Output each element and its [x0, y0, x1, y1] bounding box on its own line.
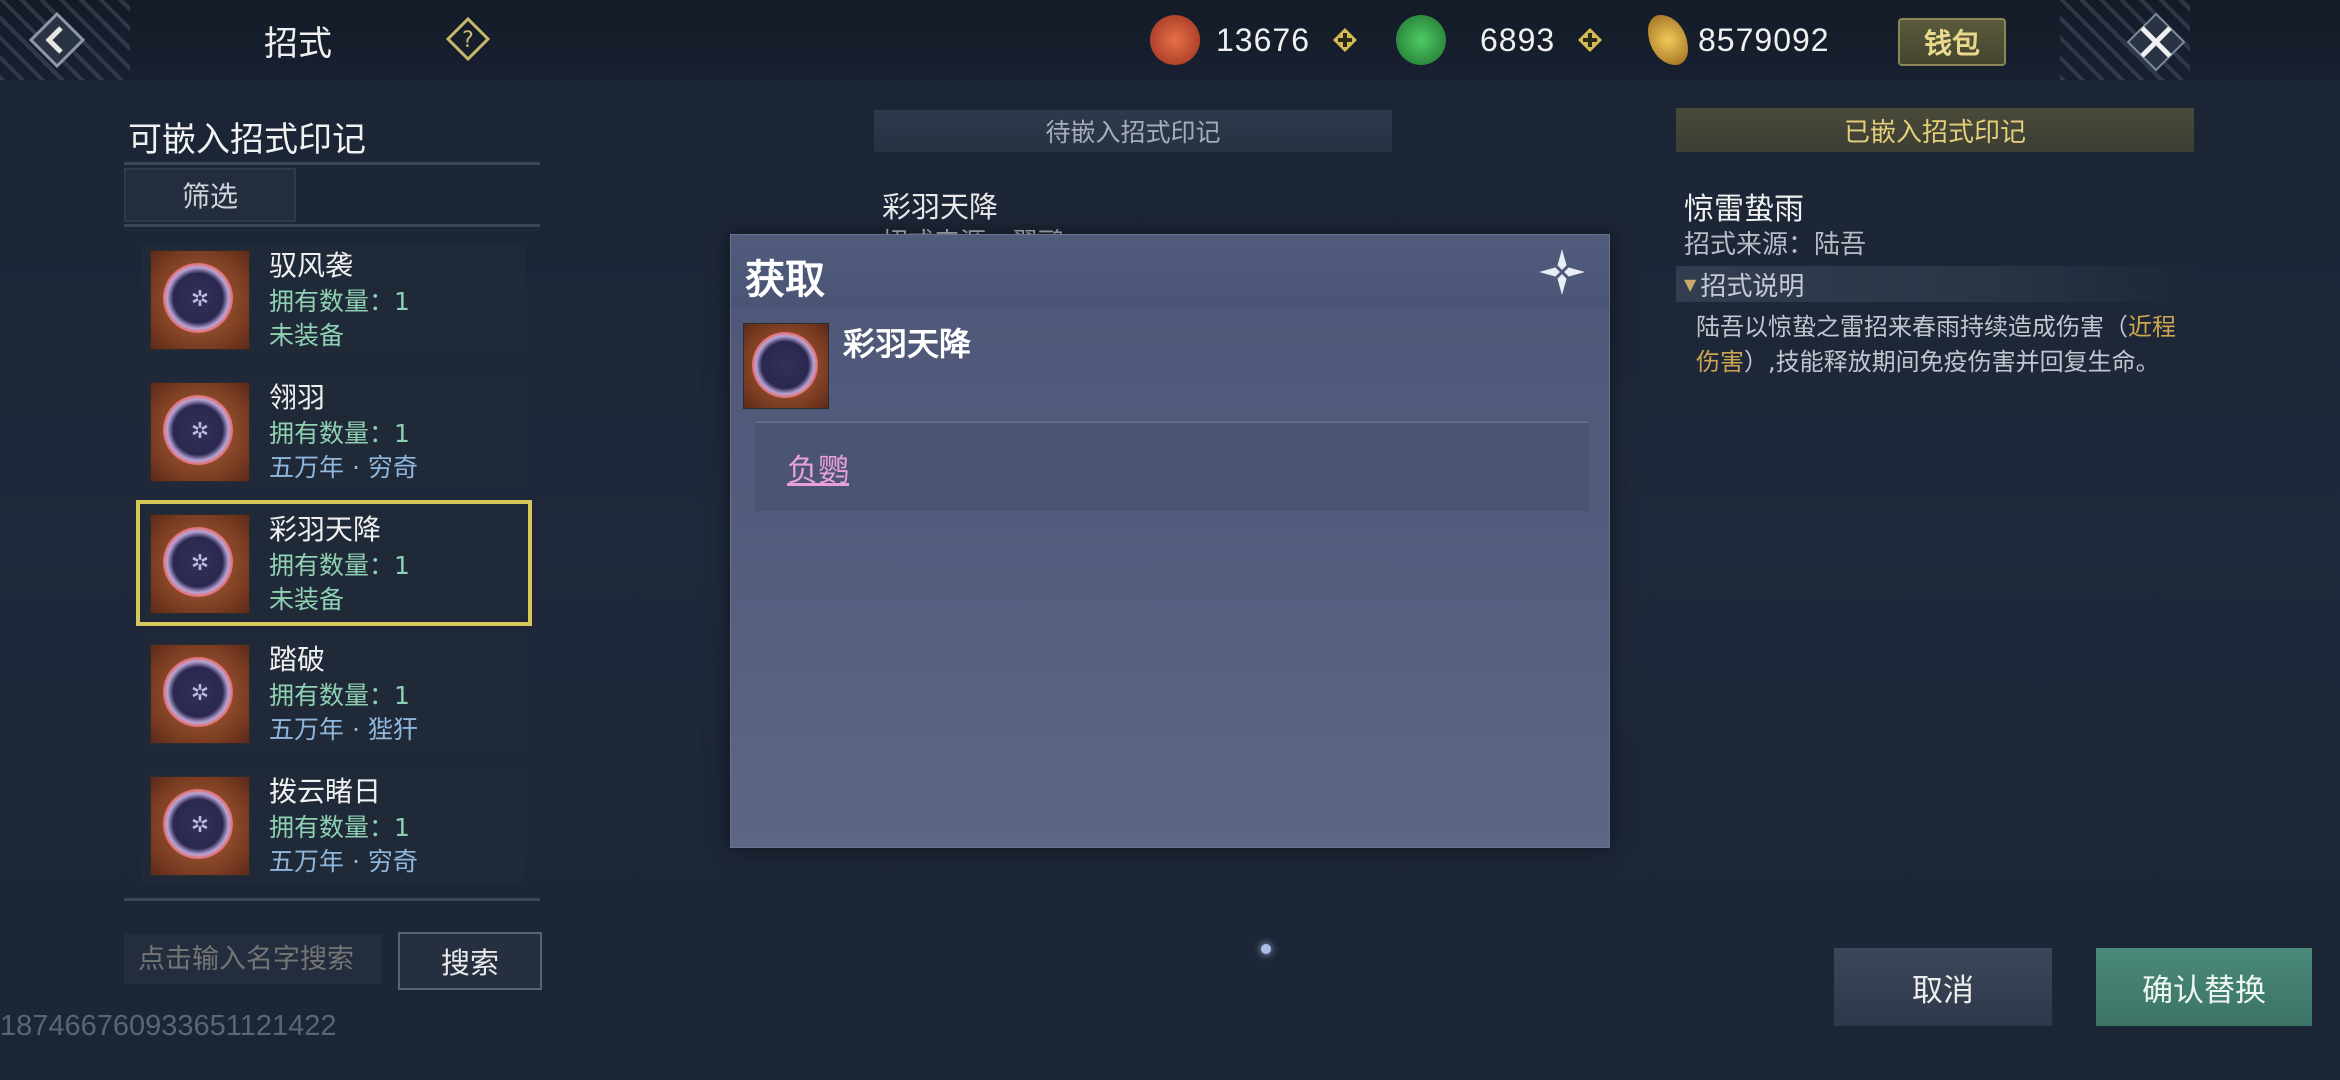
- list-item[interactable]: ✲ 踏破 拥有数量：1 五万年 · 狴犴: [142, 636, 526, 750]
- item-owned: 拥有数量：1: [269, 813, 410, 842]
- skill-description-header: ▼ 招式说明: [1676, 266, 2196, 302]
- item-name: 驭风袭: [269, 249, 354, 282]
- pending-header: 待嵌入招式印记: [874, 110, 1392, 152]
- triangle-down-icon: ▼: [1684, 274, 1697, 294]
- item-owned: 拥有数量：1: [269, 681, 410, 710]
- currency-value: 8579092: [1698, 21, 1830, 58]
- close-icon: [1539, 249, 1585, 295]
- pending-skill-name: 彩羽天降: [882, 190, 999, 224]
- skill-mark-icon: ✲: [150, 382, 250, 482]
- skill-mark-icon: ✲: [150, 644, 250, 744]
- section-label: 招式说明: [1700, 271, 1805, 302]
- user-id: 18746676093365112142​2: [0, 1010, 337, 1042]
- source-row: 负鹦: [755, 421, 1589, 511]
- source-link[interactable]: 负鹦: [787, 445, 849, 490]
- item-name: 翎羽: [269, 381, 326, 414]
- cancel-button[interactable]: 取消: [1834, 948, 2052, 1026]
- list-item-selected[interactable]: ✲ 彩羽天降 拥有数量：1 未装备: [136, 500, 532, 626]
- desc-text: ）,技能释放期间免疫伤害并回复生命。: [1744, 348, 2160, 376]
- divider: [124, 162, 540, 165]
- search-input[interactable]: [124, 934, 382, 984]
- equipped-header: 已嵌入招式印记: [1676, 108, 2194, 152]
- close-button[interactable]: [2126, 12, 2186, 72]
- skill-mark-icon: [743, 323, 829, 409]
- item-name: 踏破: [269, 643, 326, 676]
- currency-value: 6893: [1480, 21, 1556, 58]
- close-icon: [2126, 12, 2186, 72]
- acquire-dialog: 获取 彩羽天降 负鹦: [730, 234, 1610, 848]
- currency-red: 13676: [1150, 14, 1358, 66]
- dialog-item-name: 彩羽天降: [843, 325, 972, 363]
- desc-text: 陆吾以惊蛰之雷招来春雨持续造成伤害（: [1696, 313, 2128, 341]
- question-icon: ?: [445, 16, 491, 62]
- left-panel-title: 可嵌入招式印记: [128, 120, 366, 160]
- dialog-close-button[interactable]: [1537, 247, 1587, 297]
- filter-button[interactable]: 筛选: [124, 168, 296, 222]
- svg-text:?: ?: [462, 28, 474, 53]
- skill-mark-icon: ✲: [150, 514, 250, 614]
- divider: [124, 224, 540, 227]
- page-title: 招式: [264, 24, 332, 64]
- dialog-title: 获取: [745, 257, 825, 303]
- wallet-button[interactable]: 钱包: [1898, 18, 2006, 66]
- gold-leaf-icon: [1648, 15, 1688, 65]
- currency-value: 13676: [1216, 21, 1310, 58]
- item-status: 五万年 · 穷奇: [269, 847, 418, 876]
- item-status: 五万年 · 狴犴: [269, 715, 418, 744]
- item-name: 彩羽天降: [269, 513, 382, 546]
- item-status: 未装备: [269, 585, 345, 614]
- search-button[interactable]: 搜索: [398, 932, 542, 990]
- item-status: 五万年 · 穷奇: [269, 453, 418, 482]
- add-currency-icon[interactable]: [1577, 27, 1603, 53]
- add-currency-icon[interactable]: [1332, 27, 1358, 53]
- skill-mark-icon: ✲: [150, 250, 250, 350]
- help-button[interactable]: ?: [445, 16, 491, 62]
- list-item[interactable]: ✲ 翎羽 拥有数量：1 五万年 · 穷奇: [142, 374, 526, 488]
- item-name: 拨云睹日: [269, 775, 382, 808]
- currency-gold: 8579092: [1648, 14, 1830, 66]
- divider: [124, 898, 540, 901]
- red-swirl-coin-icon: [1150, 15, 1200, 65]
- list-item[interactable]: ✲ 拨云睹日 拥有数量：1 五万年 · 穷奇: [142, 768, 526, 882]
- list-item[interactable]: ✲ 驭风袭 拥有数量：1 未装备: [142, 242, 526, 356]
- item-owned: 拥有数量：1: [269, 287, 410, 316]
- equipped-skill-source: 招式来源：陆吾: [1684, 230, 1867, 260]
- item-owned: 拥有数量：1: [269, 419, 410, 448]
- item-owned: 拥有数量：1: [269, 551, 410, 580]
- confirm-replace-button[interactable]: 确认替换: [2096, 948, 2312, 1026]
- item-status: 未装备: [269, 321, 345, 350]
- dialog-header: [731, 235, 1609, 309]
- back-arrow-icon: [28, 11, 86, 69]
- skill-mark-icon: ✲: [150, 776, 250, 876]
- currency-jade: 6893: [1396, 14, 1603, 66]
- glow-dot: [1261, 944, 1271, 954]
- equipped-skill-name: 惊雷蛰雨: [1684, 192, 1804, 227]
- jade-coin-icon: [1396, 15, 1446, 65]
- skill-description: 陆吾以惊蛰之雷招来春雨持续造成伤害（近程伤害）,技能释放期间免疫伤害并回复生命。: [1696, 310, 2186, 380]
- back-button[interactable]: [22, 10, 92, 70]
